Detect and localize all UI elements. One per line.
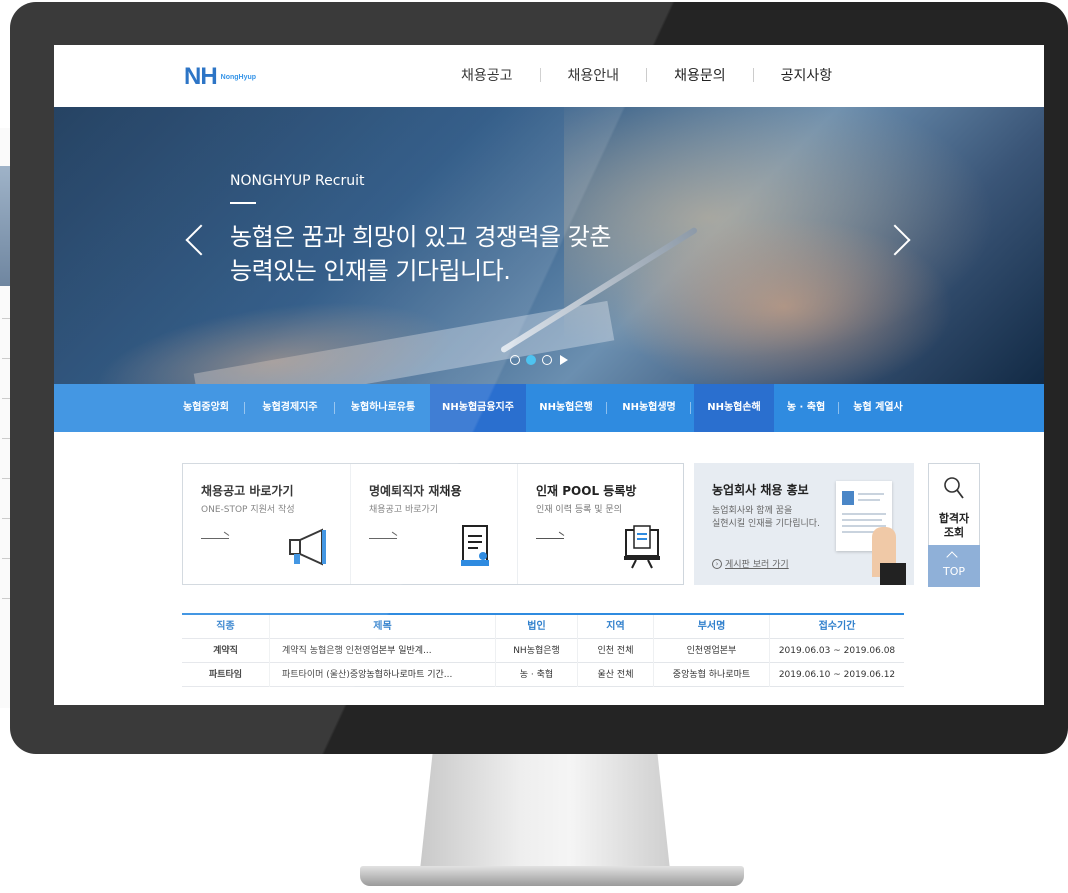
arrow-right-icon xyxy=(369,538,397,539)
search-icon xyxy=(944,477,964,499)
arrow-right-icon xyxy=(201,538,229,539)
cell-job-type: 파트타임 xyxy=(182,662,270,687)
quick-card-job-postings[interactable]: 채용공고 바로가기 ONE-STOP 지원서 작성 xyxy=(183,464,350,584)
table-row[interactable]: 파트타임 파트타이머 (울산)중앙농협하나로마트 기간... 농 · 축협 울산… xyxy=(182,662,904,687)
hero-banner: NONGHYUP Recruit 농협은 꿈과 희망이 있고 경쟁력을 갖춘 능… xyxy=(54,107,1044,384)
cell-title[interactable]: 파트타이머 (울산)중앙농협하나로마트 기간... xyxy=(270,662,496,687)
megaphone-icon xyxy=(289,528,326,566)
column-header: 지역 xyxy=(578,614,654,639)
affiliate-link-active[interactable]: NH농협손해 xyxy=(694,384,774,432)
promo-board-link[interactable]: › 게시판 보러 가기 xyxy=(712,557,789,570)
monitor-stand-neck xyxy=(420,754,670,870)
affiliate-bar: 농협중앙회 농협경제지주 농협하나로유통 NH농협금융지주 NH농협은행 NH농… xyxy=(54,384,1044,432)
resume-line xyxy=(842,519,882,521)
column-header: 제목 xyxy=(270,614,496,639)
cell-period: 2019.06.03 ~ 2019.06.08 xyxy=(778,645,896,656)
quick-card-rehire[interactable]: 명예퇴직자 재채용 채용공고 바로가기 xyxy=(350,464,517,584)
column-header: 부서명 xyxy=(654,614,770,639)
cell-job-type: 계약직 xyxy=(182,638,270,663)
computer-icon xyxy=(624,525,660,569)
affiliate-link[interactable]: 농 · 축협 xyxy=(778,384,834,432)
resume-line xyxy=(842,531,876,533)
sleeve-illustration xyxy=(880,563,906,585)
play-icon[interactable] xyxy=(560,355,568,365)
scroll-top-button[interactable]: TOP xyxy=(928,545,980,587)
hero-title-line1: 농협은 꿈과 희망이 있고 경쟁력을 갖춘 xyxy=(230,223,611,251)
site-header: NH NongHyup 채용공고 채용안내 채용문의 공지사항 xyxy=(54,45,1044,107)
cell-company: NH농협은행 xyxy=(496,638,578,663)
cell-region: 울산 전체 xyxy=(578,662,654,687)
main-nav: 채용공고 채용안내 채용문의 공지사항 xyxy=(434,65,859,85)
promo-desc-line1: 농업회사와 함께 꿈을 xyxy=(712,506,793,516)
job-list-table: 직종 제목 법인 지역 부서명 접수기간 계약직 계약직 농협은행 인천영업본부… xyxy=(182,613,904,687)
slide-dot[interactable] xyxy=(510,355,520,365)
cell-department: 인천영업본부 xyxy=(654,638,770,663)
affiliate-link[interactable]: 농협하나로유통 xyxy=(338,384,428,432)
affiliate-link[interactable]: 농협 계열사 xyxy=(842,384,914,432)
promo-link-text: 게시판 보러 가기 xyxy=(725,560,789,570)
monitor-stand-base xyxy=(360,866,744,886)
quick-card-title: 인재 POOL 등록방 xyxy=(536,484,637,498)
table-header-row: 직종 제목 법인 지역 부서명 접수기간 xyxy=(182,614,904,639)
resume-line xyxy=(858,493,884,495)
column-header: 직종 xyxy=(182,614,270,639)
hero-subtitle: NONGHYUP Recruit xyxy=(230,173,365,189)
affiliate-link[interactable]: NH농협생명 xyxy=(610,384,688,432)
quick-card-talent-pool[interactable]: 인재 POOL 등록방 인재 이력 등록 및 문의 xyxy=(517,464,684,584)
scroll-top-label: TOP xyxy=(942,565,965,578)
quick-card-desc: 채용공고 바로가기 xyxy=(369,505,439,515)
nav-item-job-postings[interactable]: 채용공고 xyxy=(434,65,540,85)
quick-card-desc: ONE-STOP 지원서 작성 xyxy=(201,505,295,515)
cell-region: 인천 전체 xyxy=(578,638,654,663)
affiliate-divider xyxy=(690,402,691,414)
nav-item-inquiry[interactable]: 채용문의 xyxy=(647,65,753,85)
column-header: 접수기간 xyxy=(818,620,856,632)
result-check-label: 조회 xyxy=(943,526,965,539)
hero-title-line2: 능력있는 인재를 기다립니다. xyxy=(230,257,511,285)
logo-subtext: NongHyup xyxy=(220,73,257,81)
quick-menu: 채용공고 바로가기 ONE-STOP 지원서 작성 명예퇴직자 재채용 채용공고… xyxy=(182,463,684,585)
quick-card-desc: 인재 이력 등록 및 문의 xyxy=(536,505,622,515)
nh-logo[interactable]: NH NongHyup xyxy=(184,63,256,91)
slide-dot[interactable] xyxy=(542,355,552,365)
circle-arrow-icon: › xyxy=(712,558,722,569)
cell-period: 2019.06.10 ~ 2019.06.12 xyxy=(778,669,896,680)
quick-card-title: 명예퇴직자 재채용 xyxy=(369,484,462,498)
slide-dot-active[interactable] xyxy=(526,355,536,365)
resume-line xyxy=(858,499,880,501)
nav-item-notices[interactable]: 공지사항 xyxy=(754,65,860,85)
hero-hand-image xyxy=(88,282,460,384)
affiliate-divider xyxy=(838,402,839,414)
affiliate-link[interactable]: NH농협은행 xyxy=(528,384,604,432)
website-screen: NH NongHyup 채용공고 채용안내 채용문의 공지사항 NONGHYUP… xyxy=(54,45,1044,705)
affiliate-divider xyxy=(244,402,245,414)
column-header: 법인 xyxy=(496,614,578,639)
cell-department: 중앙농협 하나로마트 xyxy=(654,662,770,687)
promo-title: 농업회사 채용 홍보 xyxy=(712,483,809,497)
document-icon xyxy=(461,525,489,566)
affiliate-divider xyxy=(606,402,607,414)
hero-divider xyxy=(230,202,256,204)
cell-company: 농 · 축협 xyxy=(496,662,578,687)
quick-card-title: 채용공고 바로가기 xyxy=(201,484,294,498)
cell-title[interactable]: 계약직 농협은행 인천영업본부 일반계... xyxy=(270,638,496,663)
nav-item-recruit-guide[interactable]: 채용안내 xyxy=(541,65,647,85)
resume-photo xyxy=(842,491,854,505)
slide-pagination xyxy=(510,355,568,365)
affiliate-link[interactable]: 농협중앙회 xyxy=(172,384,240,432)
arrow-right-icon xyxy=(536,538,564,539)
promo-desc-line2: 실현시킬 인재를 기다립니다. xyxy=(712,519,820,529)
affiliate-link-active[interactable]: NH농협금융지주 xyxy=(430,384,526,432)
logo-mark: NH xyxy=(184,63,218,90)
affiliate-divider xyxy=(334,402,335,414)
resume-line xyxy=(842,513,886,515)
agri-company-promo[interactable]: 농업회사 채용 홍보 농업회사와 함께 꿈을 실현시킬 인재를 기다립니다. ›… xyxy=(694,463,914,585)
monitor-frame: NH NongHyup 채용공고 채용안내 채용문의 공지사항 NONGHYUP… xyxy=(10,2,1068,754)
table-row[interactable]: 계약직 계약직 농협은행 인천영업본부 일반계... NH농협은행 인천 전체 … xyxy=(182,638,904,663)
chevron-left-icon[interactable] xyxy=(185,224,217,256)
chevron-up-icon xyxy=(946,551,958,563)
affiliate-link[interactable]: 농협경제지주 xyxy=(250,384,330,432)
